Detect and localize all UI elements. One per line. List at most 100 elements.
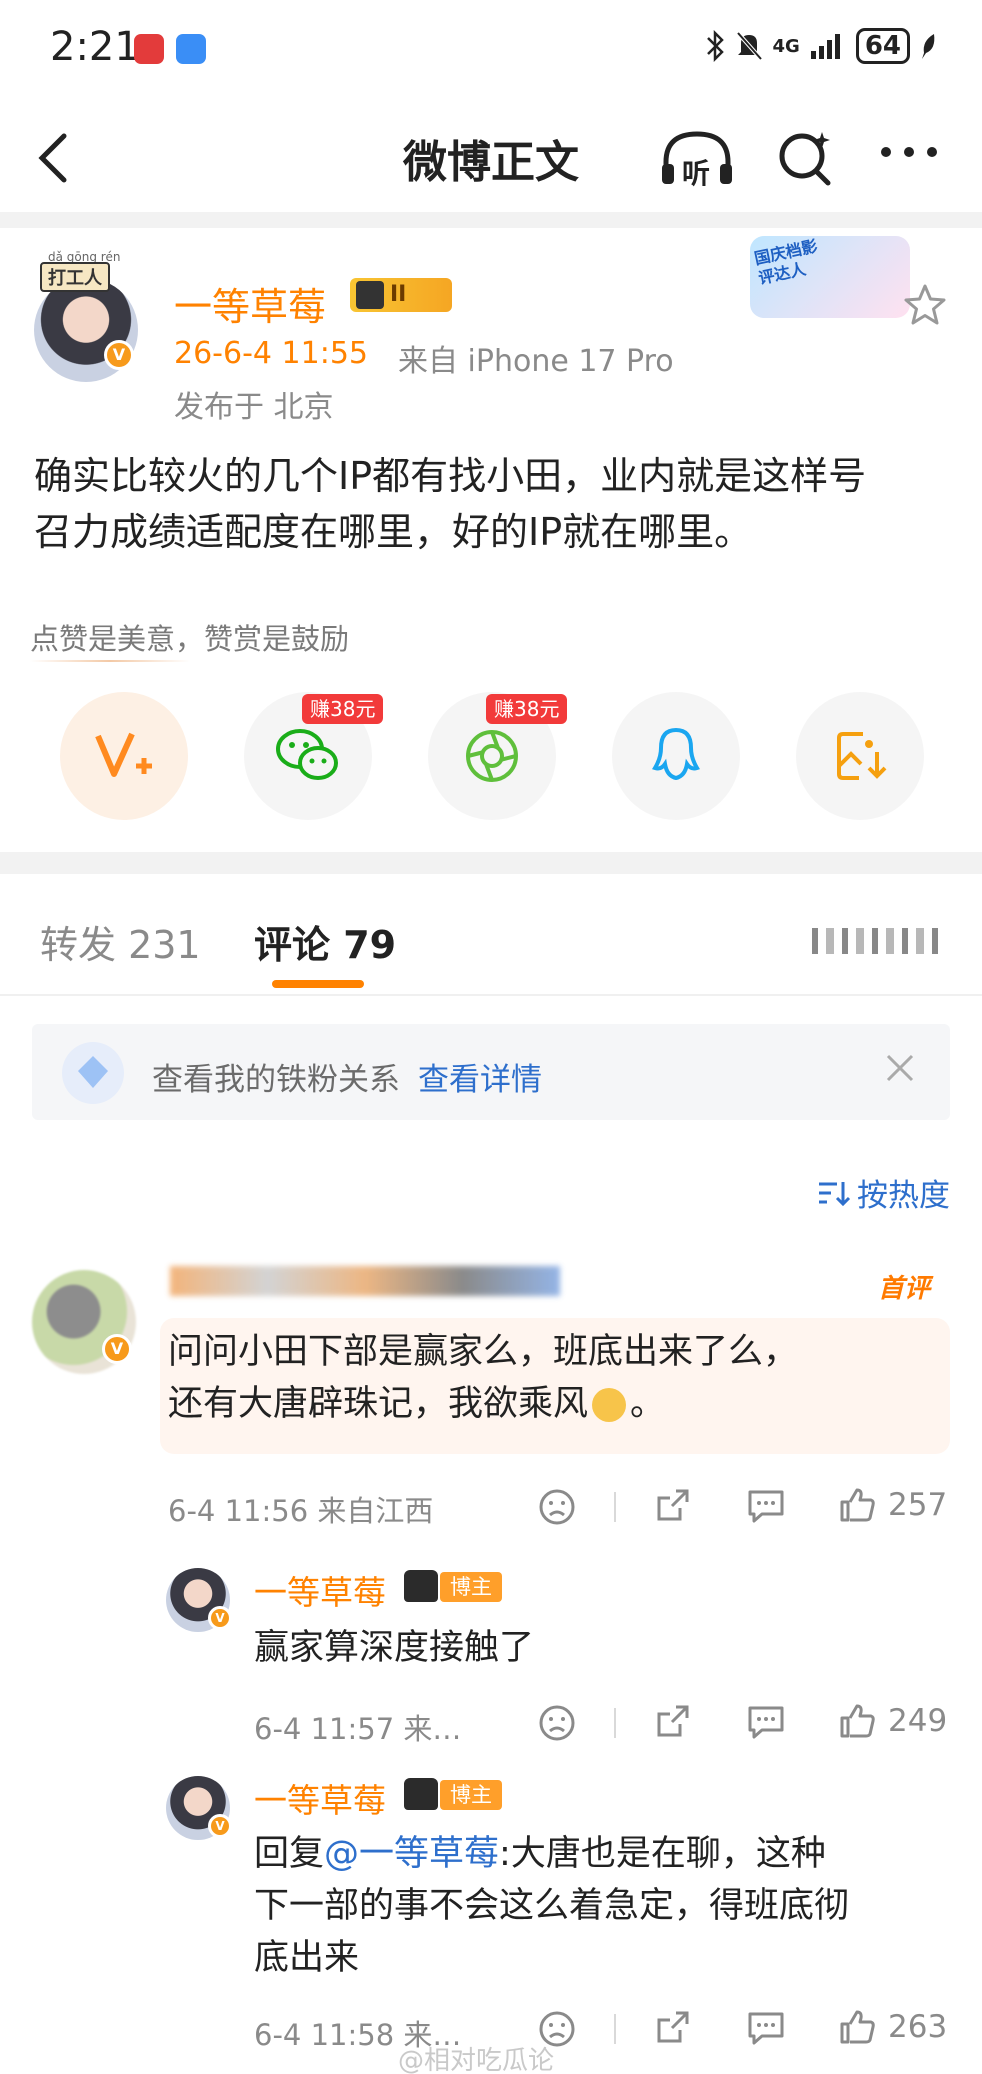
reward-hint: 点赞是美意，赞赏是鼓励 [30,622,350,656]
tab-comment[interactable]: 评论 79 [254,914,396,969]
verified-badge-icon: V [104,340,134,370]
fan-relation-text: 查看我的铁粉关系 [152,1062,400,1098]
dislike-face-icon[interactable] [538,1704,576,1742]
post-time: 26-6-4 11:55 [174,336,368,371]
first-comment-tag: 首评 [878,1274,931,1304]
more-options-icon[interactable] [878,144,940,160]
huawei-app-icon [134,34,164,64]
dislike-face-icon[interactable] [538,1488,576,1526]
post-body: 确实比较火的几个IP都有找小田，业内就是这样号 召力成绩适配度在哪里，好的IP就… [34,448,954,560]
thumbs-up-icon [840,1488,875,1522]
tab-like-placeholder[interactable] [812,928,942,954]
comment-text-line-2-body: 还有大唐辟珠记，我欲乘风 [168,1384,589,1424]
weibo-reward-button[interactable] [60,692,188,820]
clock: 2:21 [50,24,140,70]
reply-text-line-2: 下一部的事不会这么着急定，得班底彻 [254,1886,850,1926]
post-body-line-1: 确实比较火的几个IP都有找小田，业内就是这样号 [34,454,867,498]
fan-relation-banner: 查看我的铁粉关系 查看详情 [32,1024,950,1120]
sort-by-heat-button[interactable]: 按热度 [817,1170,950,1215]
comment-text-line-2: 还有大唐辟珠记，我欲乘风 。 [168,1378,938,1430]
active-tab-indicator [272,980,364,988]
verified-badge-icon: V [208,1814,232,1838]
sort-label: 按热度 [857,1178,950,1214]
share-qq-button[interactable] [612,692,740,820]
reward-v-icon [95,732,152,777]
commenter-name-blurred[interactable] [170,1266,560,1296]
tab-repost[interactable]: 转发 231 [40,914,201,969]
comment-meta: 6-4 11:56 来自江西 [168,1494,434,1528]
hint-pointer [30,660,190,662]
nav-divider [0,212,982,228]
worker-tag: 打工人 [40,262,110,292]
like-button[interactable]: 263 [838,2008,947,2046]
save-image-button[interactable] [796,692,924,820]
cloud-app-icon [176,34,206,64]
verified-badge-icon: V [208,1606,232,1630]
like-count: 263 [888,2009,948,2045]
reply-author-name[interactable]: 一等草莓 [254,1774,386,1822]
earn-tag: 赚38元 [302,694,384,724]
fan-diamond-icon [62,1042,124,1104]
watermark: @相对吃瓜论 [398,2046,555,2074]
wechat-icon [276,729,338,780]
moments-shutter-icon [466,730,518,782]
blogger-tag: 博主 [440,1572,502,1602]
network-type: 4G [772,35,800,57]
qq-penguin-icon [652,727,700,781]
status-indicators: 4G 64 [705,28,939,64]
crown-icon [356,281,384,309]
listen-label: 听 [682,157,711,190]
author-name[interactable]: 一等草莓 [174,276,326,331]
crown-icon [404,1570,438,1602]
emoji-icon [592,1388,627,1422]
reply-text-line-1: 回复@一等草莓:大唐也是在聊，这种 [254,1828,954,1880]
tab-divider [0,994,982,996]
mute-bell-icon [736,31,762,61]
section-divider [0,852,982,874]
page-title: 微博正文 [403,137,579,188]
crown-icon [404,1778,438,1810]
comment-text-line-1: 问问小田下部是赢家么，班底出来了么， [168,1332,799,1372]
mention-link[interactable]: @一等草莓 [324,1834,499,1874]
reply-prefix: 回复 [254,1834,325,1874]
earn-tag: 赚38元 [486,694,568,724]
top-nav-bar: 微博正文 听 [0,100,982,210]
post-source: 来自 iPhone 17 Pro [398,344,674,379]
listen-button[interactable]: 听 [658,128,736,190]
signal-icon [810,34,840,59]
status-bar: 2:21 4G 64 [0,0,982,100]
reply-text: 回复@一等草莓:大唐也是在聊，这种 下一部的事不会这么着急定，得班底彻 底出来 [254,1828,954,1984]
action-separator [614,1492,616,1522]
favorite-star-icon[interactable] [902,282,948,328]
charging-leaf-icon [922,34,935,59]
battery-icon: 64 [855,28,910,64]
reply-meta: 6-4 11:57 来… [254,1712,462,1746]
author-rank: II [390,282,407,307]
search-sparkle-icon[interactable] [776,126,834,188]
repost-icon[interactable] [654,2008,692,2046]
fan-relation-link[interactable]: 查看详情 [418,1054,542,1099]
bluetooth-icon [706,30,724,62]
repost-icon[interactable] [654,1486,692,1524]
reply-text: 赢家算深度接触了 [254,1628,535,1668]
action-separator [614,2014,616,2044]
thumbs-up-icon [840,2010,875,2044]
repost-icon[interactable] [654,1702,692,1740]
thumbs-up-icon [840,1704,875,1738]
comment-text-line-2-end: 。 [630,1384,666,1424]
comment-icon[interactable] [746,1704,786,1740]
close-icon[interactable] [880,1048,920,1088]
save-image-icon [837,732,887,780]
post-location: 发布于 北京 [174,390,334,425]
comment-icon[interactable] [746,1488,786,1524]
reply-author-name[interactable]: 一等草莓 [254,1566,386,1614]
like-button[interactable]: 257 [838,1486,947,1524]
comment-icon[interactable] [746,2010,786,2046]
sort-icon [819,1181,851,1206]
blogger-tag: 博主 [440,1780,502,1810]
like-button[interactable]: 249 [838,1702,947,1740]
author-rank-badge: II [350,278,452,312]
post-body-line-2: 召力成绩适配度在哪里，好的IP就在哪里。 [34,510,753,554]
reply-text-line-1-body: :大唐也是在聊，这种 [499,1834,826,1874]
comment-text: 问问小田下部是赢家么，班底出来了么， 还有大唐辟珠记，我欲乘风 。 [168,1326,938,1430]
